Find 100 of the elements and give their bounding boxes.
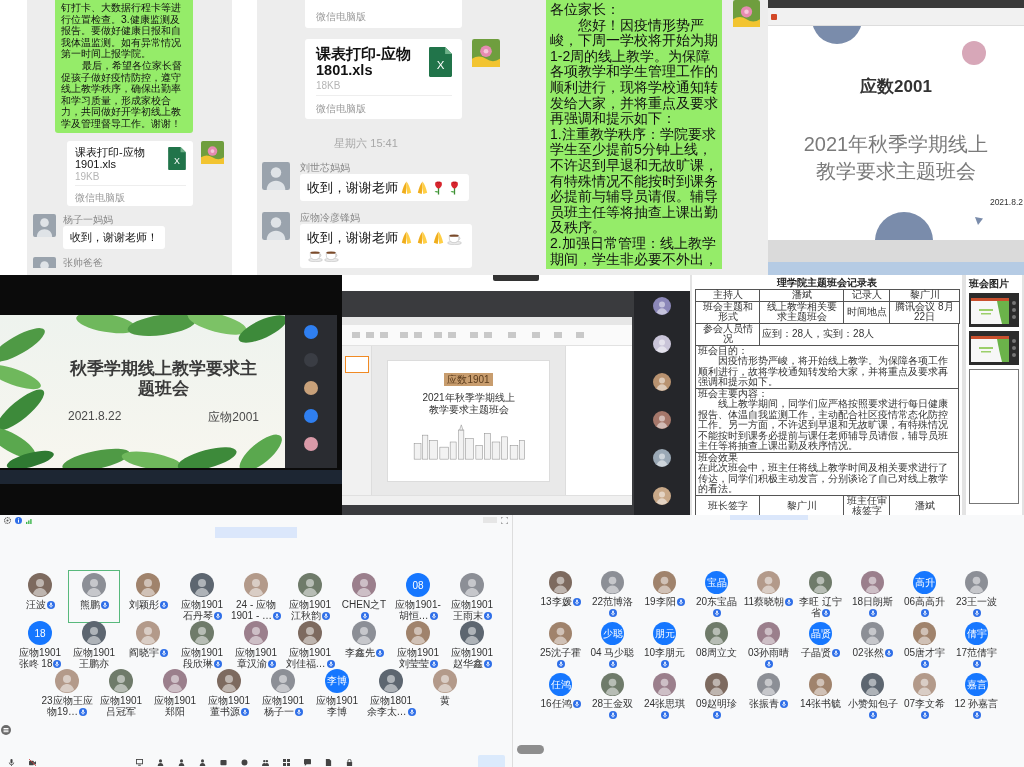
avatar-icon (809, 673, 832, 696)
participant-name: 24 - 应物1901 - … (230, 599, 276, 621)
signal-icon (26, 516, 33, 524)
participant-name: 子晶贤 (801, 647, 831, 658)
microphone-icon[interactable] (8, 759, 15, 766)
participant-name: 18日朗斯 (851, 596, 894, 607)
avatar-icon (861, 571, 884, 594)
avatar-icon (244, 621, 268, 645)
pill-button[interactable] (517, 745, 544, 754)
avatar-icon (809, 571, 832, 594)
participant-name: 17范倩宇 (955, 647, 998, 658)
participant-name: 12 孙嘉言 (954, 698, 999, 709)
section-heading: 班会效果 (698, 452, 738, 463)
avatar-icon (190, 621, 214, 645)
participant-name: 11蔡晓朝 (743, 596, 785, 607)
participant-name: 应物1901杨子一 (261, 695, 305, 717)
avatar-icon (705, 673, 728, 696)
avatar-icon (913, 622, 936, 645)
spreadsheet-icon: X (429, 47, 452, 77)
avatar-initials: 18 (28, 621, 52, 645)
participant-name: 05唐才宇 (903, 647, 946, 658)
participant-name: 08周立文 (695, 647, 738, 658)
participant-name: 应物1901王雨末 (450, 599, 494, 621)
avatar-icon (304, 325, 318, 339)
avatar-icon (861, 622, 884, 645)
participant-name: 应物1901刘莹莹 (396, 647, 440, 669)
grid-icon[interactable] (283, 759, 290, 766)
participant-name: 应物1901王鹏亦 (72, 647, 116, 669)
speech-bubble-icon[interactable] (304, 759, 311, 766)
section-text: 在此次班会中，班主任将线上教学时间及相关要求进行了传达，同学们积极主动发言，分别谈论了自己对线上教学的看法。 (698, 463, 949, 495)
avatar-icon (757, 571, 780, 594)
triangle-shape (975, 217, 983, 225)
avatar-icon (136, 573, 160, 597)
participant-name: 李鑫先 (344, 647, 375, 658)
participant-name: 应物1901刘佳福… (285, 647, 332, 669)
list-icon[interactable] (1, 725, 11, 735)
message-text: 2.加强日常管理：线上教学期间，学生非必要不外出， (550, 235, 719, 268)
participant-name: 小赞知包子 (847, 698, 898, 709)
participant-name: 10李朋元 (643, 647, 686, 658)
avatar-icon (379, 669, 403, 693)
file-card[interactable]: 课表打印-应物1901.xls X 19KB 微信电脑版 (67, 140, 193, 206)
participant-name: 应物1901-胡恒… (395, 599, 441, 621)
info-icon[interactable] (15, 516, 22, 524)
person-icon[interactable] (157, 759, 164, 766)
participant-name: 李旺 辽宁省 (799, 596, 842, 618)
praying-hands-icon (399, 230, 414, 245)
avatar-icon (601, 673, 624, 696)
message-text: 您好！因疫情形势严峻，下周一学校将开始为期1-2周的线上教学。为保障各项教学和学生管理工作的顺利进行，现将学校通知转发给大家，并将重点及要求再强调和提示如下： (550, 17, 719, 127)
slide-date: 2021.8.2 (989, 197, 1023, 207)
participant-name: 应物1901赵华鑫 (450, 647, 494, 669)
participant-name: 熊鹏 (79, 599, 100, 610)
people-icon[interactable] (262, 759, 269, 766)
avatar-icon (217, 669, 241, 693)
avatar-icon (653, 411, 671, 429)
avatar-icon (109, 669, 133, 693)
table-cell: 潘斌 (759, 289, 844, 301)
avatar-icon (965, 571, 988, 594)
table-cell: 黎广川 (889, 289, 960, 301)
participant-name: 应物1901吕冠军 (99, 695, 143, 717)
slide-subtitle: 2021年秋季学期线上教学要求主题班会 (802, 132, 990, 184)
file-size: 19KB (75, 170, 101, 182)
slide-thumbnail[interactable] (344, 356, 369, 373)
screen-icon[interactable] (136, 759, 143, 766)
avatar-icon (163, 669, 187, 693)
square-icon[interactable] (220, 759, 227, 766)
avatar-icon (244, 573, 268, 597)
app-icon[interactable] (771, 13, 777, 20)
avatar-icon (653, 297, 671, 315)
message-text: 1.注重教学秩序：学院要求学生至少提前5分钟上线，不许迟到早退和无故旷课，有特殊情况不能按时到课务必提前与辅导员请假。辅导员班主任等将抽查上课出勤及秩序。 (550, 126, 719, 236)
file-source: 微信电脑版 (75, 191, 125, 203)
participant-name: 黄 (440, 695, 450, 706)
participant-name: 应物1901段欣琳 (180, 647, 224, 669)
participant-name: 阎晓宇 (128, 647, 159, 658)
avatar-icon (757, 622, 780, 645)
message-text: 收到，谢谢老师 (307, 180, 398, 195)
participant-name: 22范博洛 (591, 596, 634, 607)
camera-icon[interactable] (29, 759, 36, 766)
gear-icon[interactable] (4, 516, 11, 524)
file-size: 18KB (316, 80, 342, 91)
document-icon[interactable] (325, 759, 332, 766)
participant-name: 23王一波 (955, 596, 998, 607)
file-card[interactable]: 课表打印-应物1801.xls X 18KB 微信电脑版 (305, 39, 462, 119)
avatar-initials: 任鸿 (549, 673, 572, 696)
participant-name: 应物1901郑阳 (153, 695, 197, 717)
person-icon[interactable] (178, 759, 185, 766)
participant-name: 汪波 (25, 599, 46, 610)
table-cell: 记录人 (843, 289, 890, 301)
file-name: 课表打印-应物1801.xls (316, 46, 412, 78)
person-icon[interactable] (199, 759, 206, 766)
avatar-icon (352, 573, 376, 597)
table-cell: 班会主题和形式 (695, 301, 760, 323)
circle-icon[interactable] (241, 759, 248, 766)
avatar-icon (136, 621, 160, 645)
slide-title: 应数2001 (860, 77, 932, 97)
avatar-icon (705, 622, 728, 645)
avatar-icon (653, 373, 671, 391)
table-cell: 参会人员情况 (695, 323, 760, 345)
participant-name: 19李阳 (644, 596, 676, 607)
avatar-icon (82, 621, 106, 645)
lock-icon[interactable] (346, 759, 353, 766)
